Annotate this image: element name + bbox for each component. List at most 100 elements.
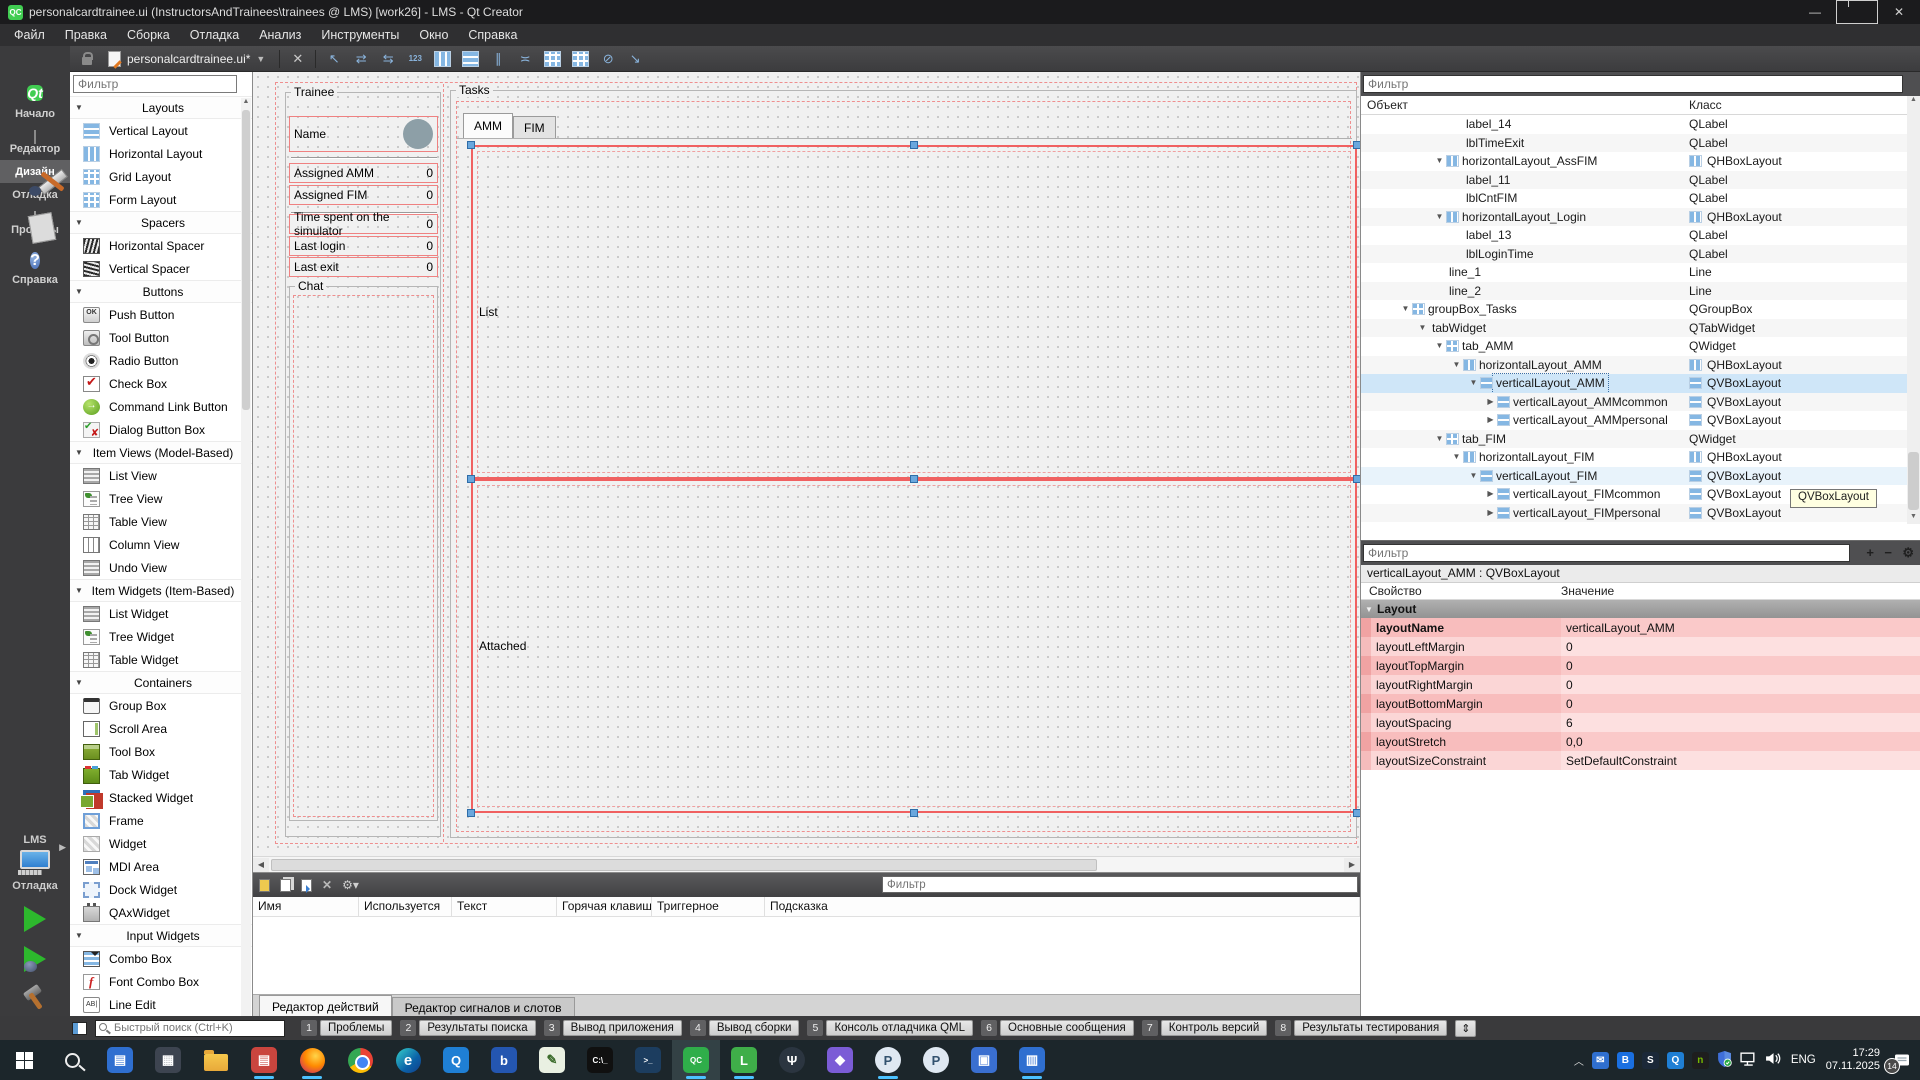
widget-box-item[interactable]: Undo View	[70, 556, 252, 579]
tab-amm[interactable]: AMM	[463, 113, 513, 138]
widget-box-item[interactable]: Vertical Spacer	[70, 257, 252, 280]
widget-box-item[interactable]: Form Layout	[70, 188, 252, 211]
action-table-body[interactable]	[253, 917, 1360, 994]
chat-group-box[interactable]: Chat	[289, 286, 438, 821]
object-tree-row[interactable]: ▼horizontalLayout_AssFIMQHBoxLayout	[1361, 152, 1920, 171]
restore-button[interactable]	[1836, 0, 1878, 24]
widget-box-item[interactable]: MDI Area	[70, 855, 252, 878]
file-explorer[interactable]	[192, 1040, 240, 1080]
object-tree-row[interactable]: lblTimeExitQLabel	[1361, 134, 1920, 153]
widget-box-item[interactable]: Stacked Widget	[70, 786, 252, 809]
property-filter-input[interactable]	[1363, 544, 1850, 562]
build-button[interactable]	[18, 984, 52, 1012]
object-tree-row[interactable]: line_1Line	[1361, 263, 1920, 282]
start-button[interactable]	[0, 1040, 48, 1080]
toolbar-adjust-size-icon[interactable]: ↘	[627, 51, 643, 67]
toolbar-edit-buddies-icon[interactable]: ⇆	[380, 51, 396, 67]
property-value[interactable]: 0	[1561, 637, 1920, 656]
canvas-horizontal-scrollbar[interactable]: ◀ ▶	[253, 856, 1360, 872]
add-property-icon[interactable]: +	[1866, 545, 1874, 560]
kit-expand-arrow[interactable]: ▶	[59, 842, 66, 853]
paste-action-icon[interactable]	[301, 879, 312, 892]
menu-item[interactable]: Отладка	[180, 24, 249, 46]
expander-open-icon[interactable]: ▼	[1416, 319, 1429, 338]
edge[interactable]: e	[384, 1040, 432, 1080]
status-panel-button[interactable]: 2Результаты поиска	[400, 1020, 535, 1036]
widget-box-item[interactable]: Column View	[70, 533, 252, 556]
property-row[interactable]: layoutLeftMargin0	[1361, 637, 1920, 656]
toolbar-layout-vertical-icon[interactable]	[462, 51, 479, 67]
object-tree-row[interactable]: lblLoginTimeQLabel	[1361, 245, 1920, 264]
postgres-2[interactable]: P	[912, 1040, 960, 1080]
status-panel-button[interactable]: 4Вывод сборки	[690, 1020, 800, 1036]
q-tray-icon[interactable]: Q	[1667, 1052, 1684, 1069]
action-editor-filter-input[interactable]	[882, 876, 1358, 893]
mode-editor[interactable]: Редактор	[0, 125, 70, 160]
field-row-layout[interactable]: Last login0	[289, 236, 438, 256]
property-value[interactable]: 0	[1561, 656, 1920, 675]
property-row[interactable]: layoutTopMargin0	[1361, 656, 1920, 675]
powershell[interactable]: >_	[624, 1040, 672, 1080]
expander-open-icon[interactable]: ▼	[1467, 374, 1480, 393]
purple-app[interactable]: ◆	[816, 1040, 864, 1080]
property-value[interactable]: 6	[1561, 713, 1920, 732]
object-tree-row[interactable]: ▶verticalLayout_AMMpersonalQVBoxLayout	[1361, 411, 1920, 430]
sidebar-toggle-icon[interactable]	[72, 1022, 87, 1035]
field-row-layout[interactable]: Last exit0	[289, 257, 438, 277]
object-tree-row[interactable]: ▼tabWidgetQTabWidget	[1361, 319, 1920, 338]
contacts-app[interactable]: ▤	[96, 1040, 144, 1080]
name-row-layout[interactable]: Name	[289, 116, 438, 152]
mail-tray-icon[interactable]: ✉	[1592, 1052, 1609, 1069]
kit-selector[interactable]: LMS Отладка	[0, 834, 70, 1012]
object-tree-row[interactable]: ▼groupBox_TasksQGroupBox	[1361, 300, 1920, 319]
mode-qt[interactable]: QtНачало	[0, 72, 70, 125]
steam-icon[interactable]: S	[1642, 1052, 1659, 1069]
status-panel-button[interactable]: 5Консоль отладчика QML	[807, 1020, 973, 1036]
scrollbar-thumb[interactable]	[242, 110, 250, 410]
qt-app[interactable]: Q	[432, 1040, 480, 1080]
widget-box-item[interactable]: Font Combo Box	[70, 970, 252, 993]
property-row[interactable]: layoutStretch0,0	[1361, 732, 1920, 751]
menu-item[interactable]: Окно	[409, 24, 458, 46]
status-panel-button[interactable]: 3Вывод приложения	[544, 1020, 682, 1036]
toolbar-layout-splitter-horizontal-icon[interactable]: ∥	[490, 51, 506, 67]
chevron-down-icon[interactable]: ▼	[256, 54, 265, 64]
widget-box-item[interactable]: Scroll Area	[70, 717, 252, 740]
calculator-app[interactable]: ▦	[144, 1040, 192, 1080]
selection-handle[interactable]	[1353, 475, 1360, 483]
field-row-layout[interactable]: Time spent on the simulator0	[289, 214, 438, 234]
tab-signals-slots[interactable]: Редактор сигналов и слотов	[392, 997, 575, 1017]
mode-projects[interactable]: Проекты	[0, 206, 70, 241]
widget-box-section-header[interactable]: ▼Item Views (Model-Based)	[70, 441, 252, 464]
property-row[interactable]: layoutNameverticalLayout_AMM	[1361, 618, 1920, 637]
toolbar-break-layout-icon[interactable]: ⊘	[600, 51, 616, 67]
network-icon[interactable]	[1740, 1052, 1757, 1069]
backup-app[interactable]: ▤	[240, 1040, 288, 1080]
nvidia-icon[interactable]: n	[1692, 1052, 1709, 1069]
object-tree-row[interactable]: label_14QLabel	[1361, 115, 1920, 134]
expander-open-icon[interactable]: ▼	[1399, 300, 1412, 319]
expander-closed-icon[interactable]: ▶	[1484, 411, 1497, 430]
field-row-layout[interactable]: Assigned AMM0	[289, 163, 438, 183]
amm-list-layout-selection[interactable]: List	[471, 145, 1357, 479]
widget-box-item[interactable]: QAxWidget	[70, 901, 252, 924]
hidden-icons-icon[interactable]: ︿	[1574, 1053, 1584, 1068]
object-tree-row[interactable]: label_13QLabel	[1361, 226, 1920, 245]
selection-handle[interactable]	[1353, 809, 1360, 817]
expander-open-icon[interactable]: ▼	[1433, 337, 1446, 356]
widget-box-item[interactable]: Tool Box	[70, 740, 252, 763]
widget-box-item[interactable]: Check Box	[70, 372, 252, 395]
layout-section-header[interactable]: ▼ Layout	[1361, 600, 1920, 618]
menu-item[interactable]: Анализ	[249, 24, 311, 46]
taskbar-search[interactable]	[48, 1040, 96, 1080]
widget-box-item[interactable]: Tool Button	[70, 326, 252, 349]
expander-open-icon[interactable]: ▼	[1450, 356, 1463, 375]
object-tree-row[interactable]: ▼tab_AMMQWidget	[1361, 337, 1920, 356]
widget-box-item[interactable]: Tree View	[70, 487, 252, 510]
widget-box-section-header[interactable]: ▼Containers	[70, 671, 252, 694]
qt-creator[interactable]: QC	[672, 1040, 720, 1080]
cmd[interactable]: C:\_	[576, 1040, 624, 1080]
expander-open-icon[interactable]: ▼	[1450, 448, 1463, 467]
expander-open-icon[interactable]: ▼	[1433, 208, 1446, 227]
toolbar-edit-tab-order-icon[interactable]: 123	[407, 54, 423, 63]
